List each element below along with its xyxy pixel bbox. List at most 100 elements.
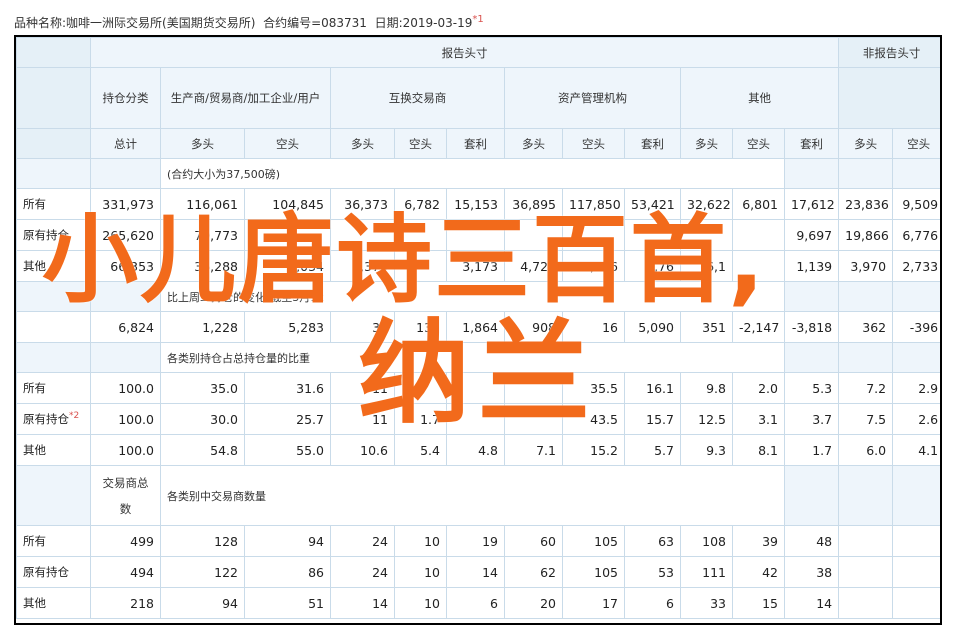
long-header: 多头 <box>330 128 395 159</box>
cell: 499 <box>90 525 161 557</box>
table-row: 所有 331,973 116,061 104,845 36,373 6,782 … <box>16 188 940 220</box>
row-label-text: 原有持仓 <box>23 412 69 426</box>
cell: 6 <box>446 587 505 619</box>
cell <box>446 372 505 404</box>
cell <box>624 219 681 251</box>
cell: 5,283 <box>244 311 331 343</box>
title-prefix: 品种名称: <box>14 16 67 30</box>
cell: 94 <box>160 587 245 619</box>
cell: 11 <box>330 403 395 435</box>
table-row: 其他 66,353 36,288 1,034 3,370 3,173 4,721… <box>16 250 940 282</box>
cell: 6,776 <box>892 219 940 251</box>
cell: 32,622 <box>680 188 733 220</box>
nonreportable-header: 非报告头寸 <box>838 37 940 68</box>
cell: 4,721 <box>504 250 563 282</box>
cot-table: 报告头寸 非报告头寸 持仓分类 生产商/贸易商/加工企业/用户 互换交易商 资产… <box>16 37 940 619</box>
cell: 38 <box>783 556 840 588</box>
row-label: 原有持仓 <box>16 556 91 588</box>
short-header: 空头 <box>562 128 625 159</box>
cell: 17 <box>562 587 625 619</box>
row-label: 其他 <box>16 587 91 619</box>
short-header: 空头 <box>892 128 940 159</box>
cell <box>680 219 733 251</box>
cell: 9.8 <box>680 372 733 404</box>
cell: 3,76 <box>624 250 681 282</box>
cell: 908 <box>504 311 563 343</box>
cell: 23,836 <box>838 188 894 220</box>
cell <box>394 219 447 251</box>
cell: 15 <box>732 587 785 619</box>
cell: 6,782 <box>394 188 447 220</box>
row-label: 其他 <box>16 434 91 466</box>
cell: 15.7 <box>624 403 681 435</box>
cell <box>446 403 505 435</box>
cell: 5,090 <box>624 311 681 343</box>
cell: 100.0 <box>90 403 161 435</box>
cell: 35.0 <box>160 372 245 404</box>
section-caption: (合约大小为37,500磅) <box>160 158 785 189</box>
cell: 8.1 <box>732 434 785 466</box>
cell: 62 <box>504 556 563 588</box>
spread-header: 套利 <box>783 128 840 159</box>
cell: 265,620 <box>90 219 161 251</box>
cell: 10 <box>394 587 447 619</box>
footnote-link[interactable]: *1 <box>472 14 483 25</box>
cell <box>732 219 785 251</box>
traders-category: 交易商总数 <box>90 465 161 526</box>
table-row: 原有持仓*2 100.0 30.0 25.7 11 1.7 43.5 15.7 … <box>16 403 940 435</box>
producer-header: 生产商/贸易商/加工企业/用户 <box>160 67 331 129</box>
cell: 53,421 <box>624 188 681 220</box>
row-label: 所有 <box>16 525 91 557</box>
table-row: 所有 499 128 94 24 10 19 60 105 63 108 39 … <box>16 525 940 557</box>
cell: 79,773 <box>160 219 245 251</box>
cell: 111 <box>680 556 733 588</box>
code-label: 合约编号= <box>263 16 322 30</box>
table-row: 原有持仓 494 122 86 24 10 14 62 105 53 111 4… <box>16 556 940 588</box>
cell <box>562 219 625 251</box>
table-row: 所有 100.0 35.0 31.6 11 35.5 16.1 9.8 2.0 … <box>16 372 940 404</box>
cell: 100.0 <box>90 434 161 466</box>
cell: 105 <box>562 525 625 557</box>
cell: 105 <box>562 556 625 588</box>
cell <box>504 219 563 251</box>
cell: 5.7 <box>624 434 681 466</box>
cell: 48 <box>783 525 840 557</box>
cell: 128 <box>160 525 245 557</box>
row-label: 所有 <box>16 372 91 404</box>
cell: 16.1 <box>624 372 681 404</box>
footnote-link[interactable]: *2 <box>69 411 79 421</box>
cell: 10.6 <box>330 434 395 466</box>
row-label: 所有 <box>16 188 91 220</box>
cell <box>838 587 894 619</box>
reportable-header: 报告头寸 <box>89 37 840 68</box>
cell <box>892 587 940 619</box>
cell: 117,850 <box>562 188 625 220</box>
cell: 10,676 <box>562 250 625 282</box>
cell <box>892 525 940 557</box>
cot-report-frame: 报告头寸 非报告头寸 持仓分类 生产商/贸易商/加工企业/用户 互换交易商 资产… <box>14 35 942 625</box>
long-header: 多头 <box>504 128 563 159</box>
date-label: 日期: <box>374 16 403 30</box>
cell: -3,818 <box>783 311 840 343</box>
short-header: 空头 <box>244 128 331 159</box>
cell: 3,370 <box>330 250 395 282</box>
traders-category-line2: 数 <box>119 501 132 516</box>
cell: 63 <box>624 525 681 557</box>
cell: 10 <box>394 525 447 557</box>
long-header: 多头 <box>160 128 245 159</box>
cell: 51 <box>244 587 331 619</box>
cell: 132 <box>394 311 447 343</box>
cell: 60 <box>504 525 563 557</box>
cell: 7.1 <box>504 434 563 466</box>
cell: 108 <box>680 525 733 557</box>
table-row: 6,824 1,228 5,283 39 132 1,864 908 16 5,… <box>16 311 940 343</box>
long-header: 多头 <box>838 128 894 159</box>
cell: 1,228 <box>160 311 245 343</box>
cell: 36,288 <box>160 250 245 282</box>
cell: 14 <box>330 587 395 619</box>
managed-header: 资产管理机构 <box>504 67 681 129</box>
cell: 16 <box>562 311 625 343</box>
cell: 19 <box>446 525 505 557</box>
cell: 35.5 <box>562 372 625 404</box>
cell: 53 <box>624 556 681 588</box>
